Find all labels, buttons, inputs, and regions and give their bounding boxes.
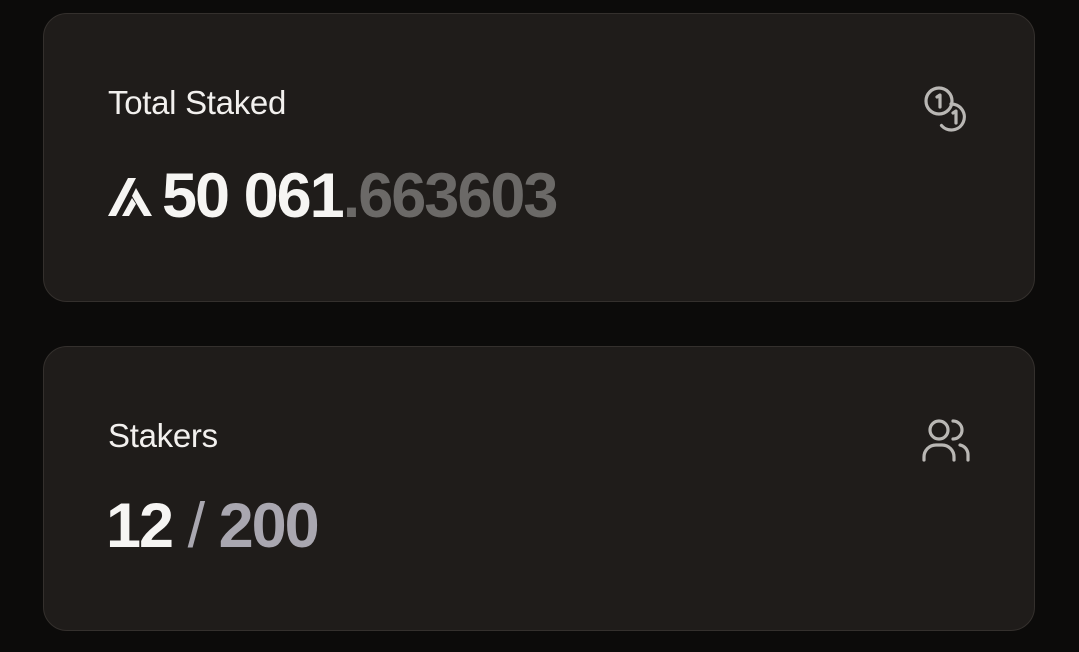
stakers-max: 200 xyxy=(218,491,320,561)
total-staked-card: Total Staked 50 061.663603 xyxy=(43,13,1035,302)
total-staked-value: 50 061.663603 xyxy=(106,160,559,232)
total-staked-fraction: .663603 xyxy=(342,161,559,231)
stakers-current: 12 xyxy=(106,491,174,561)
total-staked-label: Total Staked xyxy=(108,84,287,121)
stakers-value: 12 / 200 xyxy=(106,490,320,562)
stakers-separator: / xyxy=(172,491,219,561)
stakers-card: Stakers 12 / 200 xyxy=(43,346,1035,631)
users-icon xyxy=(922,419,970,462)
total-staked-integer: 50 061 xyxy=(162,161,345,231)
coins-icon xyxy=(924,86,966,132)
aptos-logo-icon xyxy=(108,178,152,216)
stakers-label: Stakers xyxy=(108,417,218,454)
